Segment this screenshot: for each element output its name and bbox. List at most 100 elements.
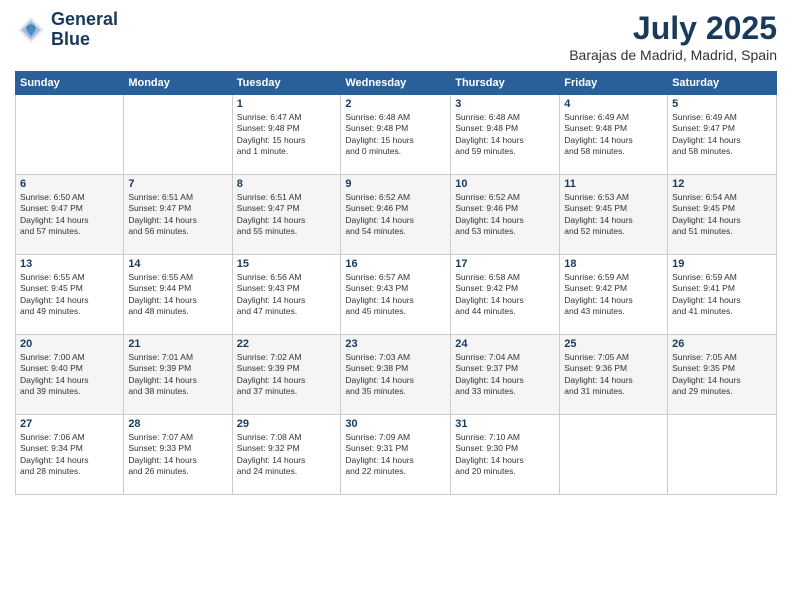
calendar-day-cell: 11 Sunrise: 6:53 AM Sunset: 9:45 PM Dayli…	[560, 175, 668, 255]
calendar-header-cell: Friday	[560, 72, 668, 95]
calendar-day-cell: 1 Sunrise: 6:47 AM Sunset: 9:48 PM Daylig…	[232, 95, 341, 175]
day-number: 22	[237, 338, 337, 350]
calendar-day-cell: 6 Sunrise: 6:50 AM Sunset: 9:47 PM Daylig…	[16, 175, 124, 255]
day-info: Sunrise: 7:07 AM Sunset: 9:33 PM Dayligh…	[128, 432, 227, 478]
calendar-day-cell: 20Sunrise: 7:00 AM Sunset: 9:40 PM Dayli…	[16, 335, 124, 415]
day-number: 5	[672, 98, 772, 110]
day-info: Sunrise: 6:59 AM Sunset: 9:42 PM Dayligh…	[564, 272, 663, 318]
calendar-day-cell: 7Sunrise: 6:51 AM Sunset: 9:47 PM Daylig…	[124, 175, 232, 255]
calendar-day-cell: 21 Sunrise: 7:01 AM Sunset: 9:39 PM Dayli…	[124, 335, 232, 415]
day-info: Sunrise: 6:52 AM Sunset: 9:46 PM Dayligh…	[455, 192, 555, 238]
day-number: 23	[345, 338, 446, 350]
calendar-header-cell: Saturday	[668, 72, 777, 95]
day-number: 27	[20, 418, 119, 430]
calendar-week-row: 27 Sunrise: 7:06 AM Sunset: 9:34 PM Dayli…	[16, 415, 777, 495]
calendar-day-cell: 16Sunrise: 6:57 AM Sunset: 9:43 PM Dayli…	[341, 255, 451, 335]
day-info: Sunrise: 7:10 AM Sunset: 9:30 PM Dayligh…	[455, 432, 555, 478]
calendar-day-cell: 4 Sunrise: 6:49 AM Sunset: 9:48 PM Daylig…	[560, 95, 668, 175]
calendar-day-cell: 17 Sunrise: 6:58 AM Sunset: 9:42 PM Dayli…	[451, 255, 560, 335]
day-number: 13	[20, 258, 119, 270]
logo-line1: General	[51, 10, 118, 30]
calendar-day-cell: 30 Sunrise: 7:09 AM Sunset: 9:31 PM Dayli…	[341, 415, 451, 495]
calendar-header-cell: Sunday	[16, 72, 124, 95]
logo: General Blue	[15, 10, 118, 50]
day-number: 17	[455, 258, 555, 270]
day-number: 18	[564, 258, 663, 270]
day-info: Sunrise: 6:53 AM Sunset: 9:45 PM Dayligh…	[564, 192, 663, 238]
calendar-header-cell: Wednesday	[341, 72, 451, 95]
day-info: Sunrise: 6:57 AM Sunset: 9:43 PM Dayligh…	[345, 272, 446, 318]
title-block: July 2025 Barajas de Madrid, Madrid, Spa…	[569, 10, 777, 63]
day-info: Sunrise: 6:56 AM Sunset: 9:43 PM Dayligh…	[237, 272, 337, 318]
calendar-day-cell: 22Sunrise: 7:02 AM Sunset: 9:39 PM Dayli…	[232, 335, 341, 415]
logo-text: General Blue	[51, 10, 118, 50]
day-info: Sunrise: 7:03 AM Sunset: 9:38 PM Dayligh…	[345, 352, 446, 398]
day-info: Sunrise: 6:48 AM Sunset: 9:48 PM Dayligh…	[455, 112, 555, 158]
day-info: Sunrise: 6:48 AM Sunset: 9:48 PM Dayligh…	[345, 112, 446, 158]
day-number: 14	[128, 258, 227, 270]
calendar-day-cell: 25 Sunrise: 7:05 AM Sunset: 9:36 PM Dayli…	[560, 335, 668, 415]
day-info: Sunrise: 6:50 AM Sunset: 9:47 PM Dayligh…	[20, 192, 119, 238]
calendar-day-cell	[124, 95, 232, 175]
day-number: 28	[128, 418, 227, 430]
calendar-day-cell	[16, 95, 124, 175]
day-number: 15	[237, 258, 337, 270]
calendar-week-row: 13 Sunrise: 6:55 AM Sunset: 9:45 PM Dayli…	[16, 255, 777, 335]
calendar-day-cell: 18 Sunrise: 6:59 AM Sunset: 9:42 PM Dayli…	[560, 255, 668, 335]
calendar-day-cell: 27 Sunrise: 7:06 AM Sunset: 9:34 PM Dayli…	[16, 415, 124, 495]
location-title: Barajas de Madrid, Madrid, Spain	[569, 47, 777, 63]
calendar-day-cell: 26 Sunrise: 7:05 AM Sunset: 9:35 PM Dayli…	[668, 335, 777, 415]
day-info: Sunrise: 6:49 AM Sunset: 9:48 PM Dayligh…	[564, 112, 663, 158]
calendar-day-cell: 19 Sunrise: 6:59 AM Sunset: 9:41 PM Dayli…	[668, 255, 777, 335]
day-number: 12	[672, 178, 772, 190]
logo-icon	[15, 14, 47, 46]
calendar-day-cell: 31 Sunrise: 7:10 AM Sunset: 9:30 PM Dayli…	[451, 415, 560, 495]
calendar-header-cell: Tuesday	[232, 72, 341, 95]
day-number: 2	[345, 98, 446, 110]
calendar-day-cell: 24Sunrise: 7:04 AM Sunset: 9:37 PM Dayli…	[451, 335, 560, 415]
calendar-day-cell	[560, 415, 668, 495]
day-info: Sunrise: 6:54 AM Sunset: 9:45 PM Dayligh…	[672, 192, 772, 238]
day-number: 31	[455, 418, 555, 430]
day-info: Sunrise: 6:55 AM Sunset: 9:45 PM Dayligh…	[20, 272, 119, 318]
day-number: 8	[237, 178, 337, 190]
month-title: July 2025	[569, 10, 777, 47]
day-number: 20	[20, 338, 119, 350]
day-info: Sunrise: 7:05 AM Sunset: 9:36 PM Dayligh…	[564, 352, 663, 398]
day-number: 19	[672, 258, 772, 270]
day-number: 25	[564, 338, 663, 350]
calendar-day-cell: 23 Sunrise: 7:03 AM Sunset: 9:38 PM Dayli…	[341, 335, 451, 415]
day-info: Sunrise: 7:05 AM Sunset: 9:35 PM Dayligh…	[672, 352, 772, 398]
day-number: 30	[345, 418, 446, 430]
day-info: Sunrise: 7:06 AM Sunset: 9:34 PM Dayligh…	[20, 432, 119, 478]
calendar-table: SundayMondayTuesdayWednesdayThursdayFrid…	[15, 71, 777, 495]
day-number: 21	[128, 338, 227, 350]
calendar-day-cell	[668, 415, 777, 495]
day-info: Sunrise: 6:51 AM Sunset: 9:47 PM Dayligh…	[128, 192, 227, 238]
calendar-day-cell: 2 Sunrise: 6:48 AM Sunset: 9:48 PM Daylig…	[341, 95, 451, 175]
day-number: 4	[564, 98, 663, 110]
day-number: 26	[672, 338, 772, 350]
day-number: 6	[20, 178, 119, 190]
day-number: 29	[237, 418, 337, 430]
calendar-day-cell: 8Sunrise: 6:51 AM Sunset: 9:47 PM Daylig…	[232, 175, 341, 255]
day-number: 11	[564, 178, 663, 190]
day-info: Sunrise: 7:04 AM Sunset: 9:37 PM Dayligh…	[455, 352, 555, 398]
calendar-day-cell: 3 Sunrise: 6:48 AM Sunset: 9:48 PM Daylig…	[451, 95, 560, 175]
day-number: 3	[455, 98, 555, 110]
calendar-day-cell: 15 Sunrise: 6:56 AM Sunset: 9:43 PM Dayli…	[232, 255, 341, 335]
day-info: Sunrise: 7:09 AM Sunset: 9:31 PM Dayligh…	[345, 432, 446, 478]
page: General Blue July 2025 Barajas de Madrid…	[0, 0, 792, 612]
day-info: Sunrise: 6:58 AM Sunset: 9:42 PM Dayligh…	[455, 272, 555, 318]
day-number: 10	[455, 178, 555, 190]
day-info: Sunrise: 7:01 AM Sunset: 9:39 PM Dayligh…	[128, 352, 227, 398]
day-number: 1	[237, 98, 337, 110]
calendar-day-cell: 5Sunrise: 6:49 AM Sunset: 9:47 PM Daylig…	[668, 95, 777, 175]
calendar-header-cell: Monday	[124, 72, 232, 95]
day-number: 9	[345, 178, 446, 190]
day-info: Sunrise: 6:47 AM Sunset: 9:48 PM Dayligh…	[237, 112, 337, 158]
calendar-day-cell: 10 Sunrise: 6:52 AM Sunset: 9:46 PM Dayli…	[451, 175, 560, 255]
day-info: Sunrise: 7:08 AM Sunset: 9:32 PM Dayligh…	[237, 432, 337, 478]
calendar-header-cell: Thursday	[451, 72, 560, 95]
day-info: Sunrise: 6:59 AM Sunset: 9:41 PM Dayligh…	[672, 272, 772, 318]
